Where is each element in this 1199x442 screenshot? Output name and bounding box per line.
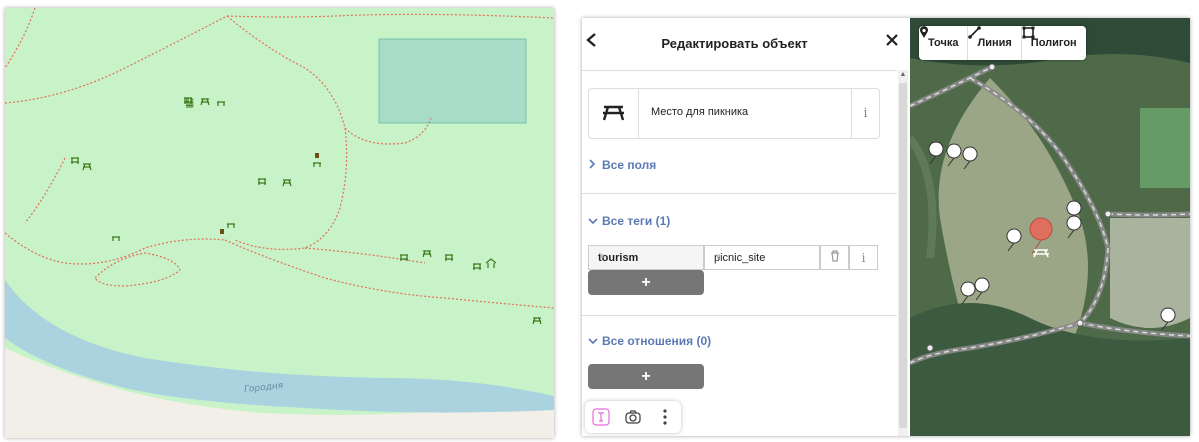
add-line-label: Линия: [977, 37, 1012, 49]
add-relation-button[interactable]: +: [588, 364, 704, 389]
scroll-up-icon[interactable]: ▲: [898, 70, 908, 80]
tag-info-button[interactable]: i: [849, 245, 878, 270]
add-point-label: Точка: [928, 37, 959, 49]
map-pin: [1066, 215, 1082, 239]
text-cursor-icon[interactable]: [585, 401, 617, 433]
map-pin: [1006, 228, 1022, 252]
map-pin: [974, 277, 990, 301]
map-pin: [960, 281, 976, 305]
close-icon[interactable]: [885, 31, 905, 51]
section-all-fields[interactable]: Все поля: [588, 158, 656, 172]
chevron-down-icon: [588, 214, 602, 228]
preset-info-button[interactable]: i: [851, 89, 879, 138]
picnic-table-icon: [589, 89, 639, 138]
section-all-relations-label: Все отношения (0): [602, 334, 712, 348]
inspector-header: Редактировать объект: [582, 18, 898, 71]
mode-toolbar: Точка Линия Полигон: [919, 26, 1086, 60]
section-all-relations[interactable]: Все отношения (0): [588, 334, 711, 348]
picnic-icons: [71, 97, 542, 325]
tag-row: tourism ▼ picnic_site ▼ i: [588, 245, 878, 270]
chevron-right-icon: [588, 158, 602, 172]
map-pin: [962, 146, 978, 170]
trash-icon[interactable]: [820, 245, 849, 270]
map-pin: [1160, 307, 1176, 331]
chevron-left-icon[interactable]: [585, 32, 605, 52]
chevron-down-icon: [588, 334, 602, 348]
preset-card[interactable]: Место для пикника i: [588, 88, 880, 139]
camera-icon[interactable]: [617, 401, 649, 433]
map-pins: [928, 141, 1176, 331]
section-all-tags[interactable]: Все теги (1): [588, 214, 670, 228]
add-point-button[interactable]: Точка: [919, 26, 969, 60]
left-map[interactable]: ䷊ Городня: [5, 8, 554, 438]
dropdown-icon: ▼: [714, 252, 722, 261]
more-vertical-icon[interactable]: [649, 401, 681, 433]
bottom-toolbar: [585, 401, 681, 433]
preset-name: Место для пикника: [651, 106, 749, 118]
inspector-sidebar: Редактировать объект Место для пикника i…: [582, 18, 898, 436]
divider: [582, 315, 897, 316]
inspector-title: Редактировать объект: [661, 36, 808, 51]
section-all-tags-label: Все теги (1): [602, 214, 671, 228]
divider: [582, 193, 897, 194]
selected-pin: [1029, 217, 1053, 258]
line-icon: [968, 26, 982, 39]
scrollbar-thumb[interactable]: [899, 83, 907, 428]
map-pin: [946, 143, 962, 167]
add-line-button[interactable]: Линия: [968, 26, 1022, 60]
add-area-button[interactable]: Полигон: [1022, 26, 1086, 60]
satellite-map[interactable]: Точка Линия Полигон: [910, 18, 1190, 436]
point-icon: [920, 26, 928, 38]
waste-baskets: [220, 153, 319, 234]
tag-key-field[interactable]: tourism ▼: [588, 245, 704, 270]
map-pin: [928, 141, 944, 165]
section-all-fields-label: Все поля: [602, 158, 657, 172]
add-area-label: Полигон: [1030, 37, 1077, 49]
editor-window: Редактировать объект Место для пикника i…: [582, 18, 1190, 436]
area-icon: [1022, 26, 1035, 39]
picnic-markers: [71, 97, 542, 325]
add-tag-button[interactable]: +: [588, 270, 704, 295]
dropdown-icon: ▼: [598, 252, 606, 261]
tag-value-field[interactable]: picnic_site ▼: [704, 245, 820, 270]
